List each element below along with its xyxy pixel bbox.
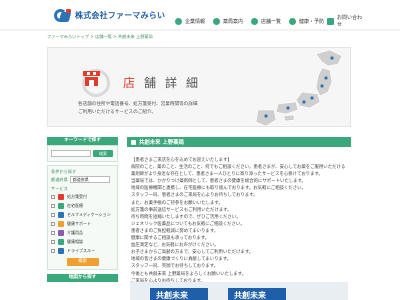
paragraph: 患者さまのご負担軽減に努めてまいります。 [131, 228, 219, 234]
store-sign-text: 共創未来 [234, 291, 266, 300]
nav-label: お問い合わせ [337, 15, 363, 28]
consultation-icon [58, 238, 64, 245]
company-name: 株式会社ファーマみらい [75, 11, 166, 20]
keyword-search-box: 検索 [47, 145, 118, 162]
paragraph: 【患者さまご来店を心を込めてお迎えいたします】 [131, 158, 232, 163]
checkbox[interactable] [51, 248, 55, 253]
hero-description: 各店舗の住所や電話番号、処方箋受付、営業時間等の詳細 ご利用いただけるサービスの… [78, 102, 198, 115]
nav-item-health[interactable]: 健康・予防 [289, 14, 327, 28]
store-sign-text: 共創未来 [156, 291, 188, 300]
company-logo[interactable]: 株式会社ファーマみらい [54, 9, 165, 22]
breadcrumb[interactable]: ファーマみらいトップ > 店舗一覧 > 共創未来 上野薬局 [47, 34, 153, 40]
nav-item-contact[interactable]: お問い合わせ [327, 14, 365, 28]
health-icon [289, 17, 296, 25]
header-divider [0, 29, 400, 31]
paragraph: また、お薬手帳のご持参をお願いいたします。 [131, 200, 223, 206]
storefront-photo: 共創未来 共創未来 [130, 282, 348, 300]
service-option[interactable]: ドライブスルー [51, 246, 114, 255]
nav-item-company[interactable]: 企業情報 [175, 14, 213, 28]
paragraph: ジェネリック医薬品についてもお気軽にご相談ください。 [131, 221, 245, 227]
service-label: ドライブスルー [67, 247, 95, 253]
paragraph: 薬剤師がより身近な存在として、患者さま一人ひとりに寄り添ったサービスを心掛けてお… [131, 172, 323, 178]
checkbox[interactable] [51, 230, 55, 235]
keyword-search-heading: キーワードで探す [47, 137, 118, 145]
store-description: 【患者さまご来店を心を込めてお迎えいたします】 病院のこと、薬のこと、生活のこと… [127, 157, 345, 285]
nav-label: 企業情報 [185, 18, 206, 25]
map-search-heading[interactable]: 地図から探す [47, 274, 118, 282]
paragraph: 血圧測定など、お気軽にお声がけください。 [131, 243, 219, 249]
logo-icon [54, 9, 72, 22]
care-goods-icon [58, 229, 64, 236]
service-option[interactable]: 処方箋受付 [51, 192, 114, 201]
nav-label: 健康・予防 [299, 18, 325, 25]
paragraph: 今後とも共創未来 上野薬局をよろしくお願いいたします。 [131, 271, 247, 277]
paragraph: 当薬局では、かかりつけ薬剤師として、患者さまの健康を総合的にサポートいたします。 [131, 179, 306, 185]
service-option[interactable]: 在宅医療 [51, 201, 114, 210]
service-label: セルフメディケーション [67, 211, 111, 217]
drive-thru-icon [58, 247, 64, 254]
service-option[interactable]: セルフメディケーション [51, 210, 114, 219]
page-title: 店舗詳細 [123, 76, 208, 90]
paragraph: スタッフ一同、患者さまのご来局を心よりお待ちしております。 [131, 193, 258, 199]
pharmacy-icon [213, 17, 220, 25]
prefecture-select[interactable]: 都道府県 [69, 176, 110, 183]
prefecture-label: 都道府県 [51, 176, 68, 182]
service-label: 在宅医療 [67, 202, 83, 208]
site-header: 株式会社ファーマみらい 企業情報 薬局案内 店舗一覧 健康・予防 お問い合わせ [0, 0, 400, 31]
paragraph: 地域の皆さまの健康づくりに貢献してまいります。 [131, 257, 232, 263]
checkbox[interactable] [51, 239, 55, 244]
keyword-search-button[interactable]: 検索 [93, 150, 113, 157]
service-option[interactable]: 健康サポート [51, 219, 114, 228]
global-nav: 企業情報 薬局案内 店舗一覧 健康・予防 お問い合わせ [175, 14, 365, 28]
nav-label: 薬局案内 [223, 18, 244, 25]
nav-label: 店舗一覧 [261, 18, 282, 25]
paragraph: 処方箋の事前送信サービスもご利用いただけます。 [131, 207, 232, 213]
store-title-bar: 共創未来 上野薬局 [127, 137, 351, 147]
store-icon [131, 139, 136, 145]
search-sidebar: キーワードで探す 検索 条件から探す 都道府県 都道府県 サービス 処方箋受付 … [47, 137, 118, 282]
checkbox[interactable] [51, 194, 55, 199]
list-icon [251, 17, 258, 25]
self-medication-icon [58, 211, 64, 218]
condition-search-button[interactable]: 検索 [66, 258, 99, 266]
nav-item-stores[interactable]: 店舗一覧 [251, 14, 289, 28]
store-name: 共創未来 上野薬局 [139, 140, 185, 146]
service-option[interactable]: 健康相談 [51, 237, 114, 246]
japan-map-illustration [255, 49, 343, 126]
service-label: 健康相談 [67, 238, 83, 244]
condition-search-box: 条件から探す 都道府県 都道府県 サービス 処方箋受付 在宅医療 セルフメディケ… [47, 165, 118, 270]
prescription-icon [58, 193, 64, 200]
keyword-input[interactable] [51, 150, 91, 157]
paragraph: スタッフ一同、笑顔でお待ちしております。 [131, 264, 219, 270]
hero-banner: 店舗詳細 各店舗の住所や電話番号、処方箋受付、営業時間等の詳細 ご利用いただける… [47, 47, 351, 127]
service-option[interactable]: 介護用品 [51, 228, 114, 237]
shop-icon [82, 68, 102, 88]
checkbox[interactable] [51, 212, 55, 217]
home-care-icon [58, 202, 64, 209]
paragraph: 待ち時間を短縮いたしますので、ぜひご活用ください。 [131, 214, 241, 220]
service-label: 介護用品 [67, 229, 83, 235]
service-label: 健康サポート [67, 220, 91, 226]
paragraph: 地域の医療機関と連携し、在宅医療にも取り組んでおります。お気軽にご相談ください。 [131, 186, 306, 192]
paragraph: お子さまからご高齢の方まで、安心してご利用いただけます。 [131, 250, 254, 256]
paragraph: 病院のこと、薬のこと、生活のこと、何でもご相談ください。患者さまが、安心してお薬… [131, 165, 345, 171]
store-detail: 共創未来 上野薬局 【患者さまご来店を心を込めてお迎えいたします】 病院のこと、… [127, 137, 351, 300]
health-support-icon [58, 220, 64, 227]
checkbox[interactable] [51, 203, 55, 208]
nav-item-pharmacy[interactable]: 薬局案内 [213, 14, 251, 28]
company-icon [175, 17, 182, 25]
service-label: 処方箋受付 [67, 193, 87, 199]
paragraph: 健康に関するご相談も承っております。 [131, 236, 210, 242]
mail-icon [327, 17, 334, 25]
checkbox[interactable] [51, 221, 55, 226]
